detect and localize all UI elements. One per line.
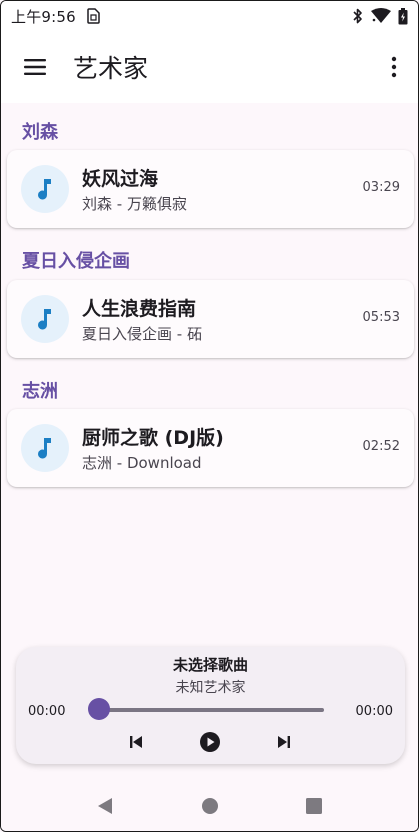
skip-next-icon[interactable] [272, 730, 296, 754]
home-icon[interactable] [199, 795, 221, 817]
menu-icon[interactable] [21, 53, 49, 81]
more-vert-icon[interactable] [386, 51, 402, 83]
battery-icon [398, 7, 408, 25]
artist-header: 刘森 [22, 122, 58, 143]
back-icon[interactable] [94, 795, 116, 817]
song-subtitle: 志洲 - Download [82, 454, 202, 472]
current-time: 00:00 [28, 704, 66, 719]
music-note-icon [21, 165, 69, 213]
status-bar: 上午9:56 [1, 1, 418, 31]
seek-thumb[interactable] [88, 698, 110, 720]
recents-icon[interactable] [303, 795, 325, 817]
bluetooth-icon [352, 8, 364, 24]
artist-header: 志洲 [22, 381, 58, 402]
system-nav-bar [1, 773, 418, 831]
music-note-icon [21, 424, 69, 472]
total-time: 00:00 [355, 704, 393, 719]
song-title: 厨师之歌 (DJ版) [82, 427, 224, 449]
player-artist: 未知艺术家 [175, 680, 246, 696]
song-duration: 03:29 [362, 180, 400, 195]
seek-bar[interactable] [99, 708, 324, 712]
mini-player: 未选择歌曲 未知艺术家 00:00 00:00 [16, 647, 405, 764]
page-title: 艺术家 [73, 54, 149, 83]
song-item[interactable]: 厨师之歌 (DJ版) 志洲 - Download 02:52 [7, 409, 414, 487]
wifi-icon [370, 8, 392, 24]
app-bar: 艺术家 [1, 31, 418, 103]
song-item[interactable]: 妖风过海 刘森 - 万籁俱寂 03:29 [7, 150, 414, 228]
song-title: 妖风过海 [82, 168, 159, 190]
screen: 上午9:56 艺术家 刘森 妖风过海 刘森 - 万籁俱寂 03:29 夏日入侵企… [0, 0, 419, 832]
song-subtitle: 夏日入侵企画 - 砳 [82, 325, 202, 343]
song-item[interactable]: 人生浪费指南 夏日入侵企画 - 砳 05:53 [7, 280, 414, 358]
song-duration: 05:53 [362, 310, 400, 325]
song-title: 人生浪费指南 [82, 298, 197, 320]
artist-header: 夏日入侵企画 [22, 251, 130, 272]
status-icons [352, 7, 408, 25]
status-time: 上午9:56 [11, 7, 76, 26]
skip-previous-icon[interactable] [124, 730, 148, 754]
sim-icon [86, 8, 100, 24]
play-icon[interactable] [198, 730, 222, 754]
player-song-title: 未选择歌曲 [172, 656, 248, 674]
music-note-icon [21, 295, 69, 343]
song-subtitle: 刘森 - 万籁俱寂 [82, 195, 187, 213]
song-duration: 02:52 [362, 439, 400, 454]
